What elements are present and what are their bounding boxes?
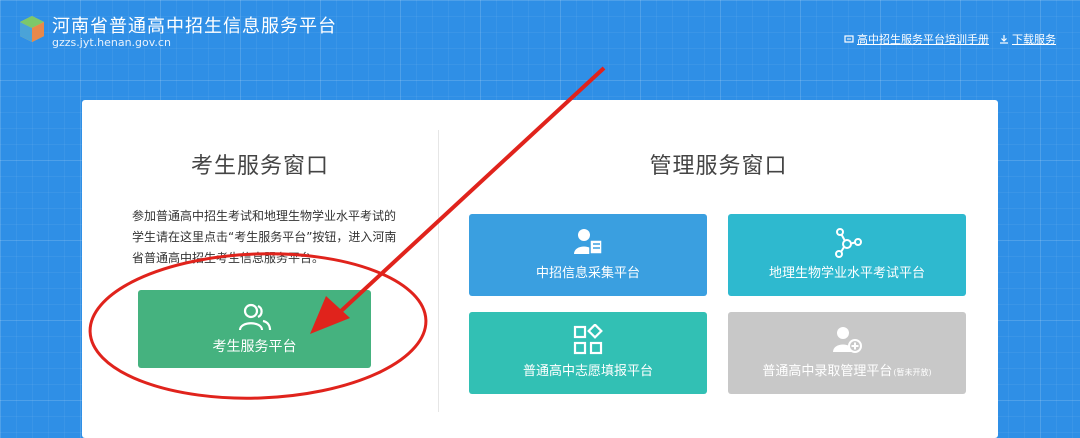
tile-admission-management-text: 普通高中录取管理平台 <box>762 364 893 379</box>
tile-info-collection[interactable]: 中招信息采集平台 <box>469 214 707 296</box>
tile-info-collection-label: 中招信息采集平台 <box>535 266 640 281</box>
student-service-button[interactable]: 考生服务平台 <box>138 290 371 368</box>
student-panel-description: 参加普通高中招生考试和地理生物学业水平考试的学生请在这里点击“考生服务平台”按钮… <box>132 209 397 265</box>
site-title: 河南省普通高中招生信息服务平台 <box>52 16 337 37</box>
tile-admission-management-label: 普通高中录取管理平台(暂未开放) <box>728 360 966 379</box>
site-domain: gzzs.jyt.henan.gov.cn <box>52 36 171 49</box>
download-icon <box>1000 35 1008 44</box>
student-panel-title: 考生服务窗口 <box>190 154 329 179</box>
download-label: 下载服务 <box>1012 33 1056 46</box>
user-add-icon <box>833 327 862 353</box>
network-icon <box>835 228 862 258</box>
training-manual-link[interactable]: 高中招生服务平台培训手册 <box>844 31 989 47</box>
download-link[interactable]: 下载服务 <box>999 31 1056 47</box>
tile-admission-management: 普通高中录取管理平台(暂未开放) <box>728 312 966 394</box>
admin-panel-title: 管理服务窗口 <box>649 154 788 179</box>
training-manual-label: 高中招生服务平台培训手册 <box>857 33 989 46</box>
not-yet-open-note: (暂未开放) <box>893 368 932 377</box>
student-service-label: 考生服务平台 <box>212 339 297 355</box>
tile-application-filling[interactable]: 普通高中志愿填报平台 <box>469 312 707 394</box>
users-icon <box>238 303 272 331</box>
tile-geo-bio-exam-label: 地理生物学业水平考试平台 <box>768 266 925 281</box>
user-card-icon <box>574 229 603 255</box>
logo-icon <box>20 16 44 42</box>
tile-geo-bio-exam[interactable]: 地理生物学业水平考试平台 <box>728 214 966 296</box>
tile-application-filling-label: 普通高中志愿填报平台 <box>522 364 653 379</box>
grid-icon <box>573 324 603 355</box>
header: 河南省普通高中招生信息服务平台 gzzs.jyt.henan.gov.cn 高中… <box>0 0 1080 70</box>
header-links: 高中招生服务平台培训手册 下载服务 <box>844 31 1056 47</box>
manual-icon <box>844 35 854 43</box>
